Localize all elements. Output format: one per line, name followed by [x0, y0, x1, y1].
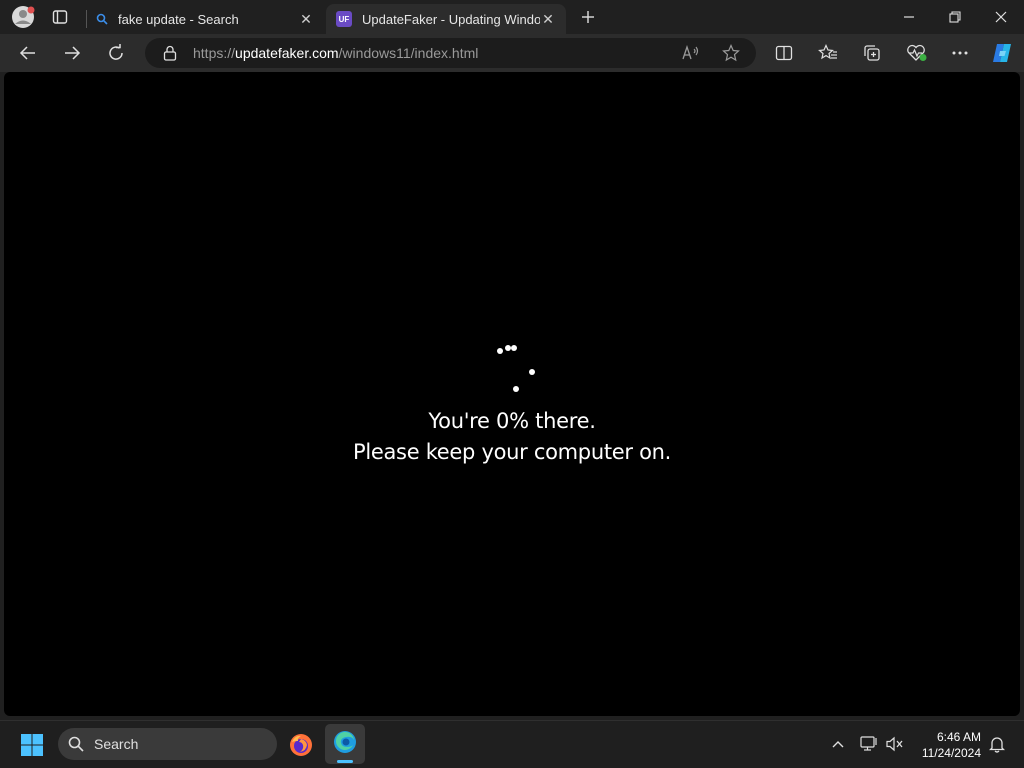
favorites-icon — [818, 44, 837, 60]
spinner-dot — [513, 386, 519, 392]
spinner-dot — [529, 369, 535, 375]
forward-button[interactable] — [60, 42, 84, 64]
copilot-button[interactable] — [988, 40, 1016, 66]
start-button[interactable] — [18, 732, 46, 758]
refresh-icon — [109, 44, 123, 60]
taskbar-clock[interactable]: 6:46 AM 11/24/2024 — [922, 729, 981, 761]
settings-more-button[interactable] — [948, 42, 972, 64]
spinner-dot — [497, 348, 503, 354]
close-tab-icon[interactable]: ✕ — [298, 11, 314, 28]
collections-button[interactable] — [860, 42, 884, 64]
collections-icon — [864, 45, 880, 61]
tab-title: UpdateFaker - Updating Windows — [362, 11, 540, 27]
clock-time: 6:46 AM — [936, 730, 981, 744]
page-viewport: You're 0% there. Please keep your comput… — [4, 72, 1020, 716]
heart-pulse-icon — [907, 44, 927, 61]
read-aloud-button[interactable] — [680, 43, 702, 63]
close-window-button[interactable] — [986, 6, 1016, 28]
minimize-button[interactable] — [894, 6, 924, 28]
lock-icon — [163, 45, 177, 61]
bell-icon — [989, 737, 1005, 753]
windows-logo-icon — [21, 734, 43, 756]
url-path: /windows11/index.html — [338, 45, 479, 61]
profile-avatar[interactable] — [10, 5, 36, 29]
arrow-right-icon — [65, 46, 81, 60]
close-tab-icon[interactable]: ✕ — [540, 11, 556, 28]
plus-icon — [582, 11, 594, 23]
tab-actions-button[interactable] — [48, 6, 72, 28]
url-domain: updatefaker.com — [235, 45, 339, 61]
back-button[interactable] — [16, 42, 40, 64]
clock-date: 11/24/2024 — [921, 746, 981, 760]
url-prefix: https:// — [193, 45, 236, 61]
chevron-up-icon — [832, 741, 844, 748]
loading-spinner — [494, 342, 535, 392]
split-screen-button[interactable] — [772, 42, 796, 64]
favorites-button[interactable] — [816, 42, 840, 64]
notifications-button[interactable] — [986, 733, 1008, 755]
tab-actions-icon — [52, 10, 68, 24]
tab-updatefaker[interactable]: UF UpdateFaker - Updating Windows ✕ — [326, 4, 566, 34]
progress-message: You're 0% there. — [428, 409, 596, 433]
read-aloud-icon — [682, 45, 699, 60]
firefox-icon — [290, 734, 312, 756]
more-horizontal-icon — [952, 51, 968, 55]
browser-essentials-button[interactable] — [904, 42, 930, 64]
network-icon — [860, 736, 877, 751]
spinner-dot — [511, 345, 517, 351]
keep-on-message: Please keep your computer on. — [352, 440, 672, 464]
refresh-button[interactable] — [104, 42, 128, 64]
taskbar-firefox[interactable] — [286, 730, 316, 760]
restore-button[interactable] — [940, 6, 970, 28]
arrow-left-icon — [19, 46, 35, 60]
volume-button[interactable] — [884, 733, 906, 755]
close-icon — [995, 11, 1007, 23]
restore-icon — [949, 11, 961, 23]
search-icon — [68, 736, 84, 752]
tab-title: fake update - Search — [118, 11, 239, 27]
tab-search[interactable]: fake update - Search ✕ — [86, 4, 324, 34]
search-icon — [96, 13, 108, 25]
minimize-icon — [904, 16, 914, 18]
edge-icon — [334, 731, 356, 753]
taskbar-search-label: Search — [94, 736, 139, 752]
uf-logo-icon: UF — [336, 11, 352, 27]
volume-muted-icon — [886, 736, 903, 752]
show-hidden-icons-button[interactable] — [828, 734, 848, 754]
avatar-icon — [12, 6, 35, 28]
taskbar-search[interactable]: Search — [58, 728, 277, 760]
copilot-icon — [993, 44, 1011, 62]
active-indicator — [337, 760, 353, 763]
favorite-button[interactable] — [720, 43, 742, 63]
split-screen-icon — [775, 45, 793, 61]
network-button[interactable] — [858, 733, 880, 755]
star-icon — [722, 44, 740, 62]
new-tab-button[interactable] — [576, 6, 600, 28]
taskbar-edge-active[interactable] — [325, 724, 365, 764]
site-info-button[interactable] — [160, 43, 180, 63]
url-text[interactable]: https://updatefaker.com/windows11/index.… — [193, 45, 478, 61]
